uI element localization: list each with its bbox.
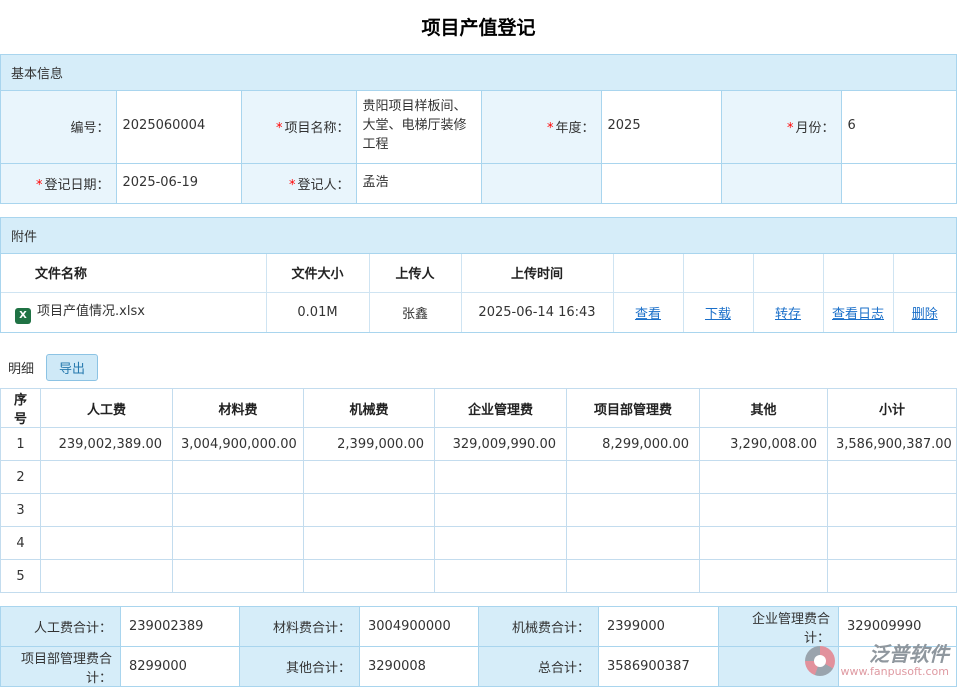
detail-row: 1 239,002,389.00 3,004,900,000.00 2,399,… (1, 428, 957, 461)
summary-row-1: 人工费合计： 239002389 材料费合计： 3004900000 机械费合计… (1, 607, 957, 647)
project-name-label: *项目名称： (241, 91, 356, 163)
empty-value-cell (601, 163, 721, 203)
other-total-value: 3290008 (360, 647, 479, 687)
project-dept-mgmt-total-value: 8299000 (121, 647, 240, 687)
watermark-brand: 泛普软件 (869, 644, 949, 665)
basic-info-row-1: 编号： 2025060004 *项目名称： 贵阳项目样板间、大堂、电梯厅装修工程… (1, 91, 956, 163)
enterprise-mgmt-header: 企业管理费 (435, 389, 567, 428)
details-toolbar: 明细 导出 (0, 346, 957, 388)
machine-header: 机械费 (304, 389, 435, 428)
empty-value-cell (841, 163, 956, 203)
basic-info-table: 编号： 2025060004 *项目名称： 贵阳项目样板间、大堂、电梯厅装修工程… (1, 91, 956, 203)
year-value: 2025 (601, 91, 721, 163)
required-asterisk: * (787, 121, 794, 136)
page-title: 项目产值登记 (0, 0, 957, 54)
details-title: 明细 (8, 358, 34, 377)
detail-row: 4 (1, 527, 957, 560)
required-asterisk: * (289, 178, 296, 193)
view-link[interactable]: 查看 (635, 307, 661, 322)
details-header-row: 序号 人工费 材料费 机械费 企业管理费 项目部管理费 其他 小计 (1, 389, 957, 428)
actions-header-empty (683, 254, 753, 292)
download-link[interactable]: 下载 (705, 307, 731, 322)
delete-link[interactable]: 删除 (912, 307, 938, 322)
other-total-label: 其他合计： (240, 647, 360, 687)
empty-label-cell (481, 163, 601, 203)
material-total-value: 3004900000 (360, 607, 479, 647)
grand-total-value: 3586900387 (599, 647, 719, 687)
attachments-header: 附件 (1, 218, 956, 254)
attachment-row: X项目产值情况.xlsx 0.01M 张鑫 2025-06-14 16:43 查… (1, 292, 956, 332)
labor-header: 人工费 (41, 389, 173, 428)
basic-info-header: 基本信息 (1, 55, 956, 91)
watermark-site: www.fanpusoft.com (841, 665, 949, 678)
details-section: 明细 导出 序号 人工费 材料费 机械费 企业管理费 项目部管理费 其他 小计 … (0, 346, 957, 593)
actions-header-empty (893, 254, 956, 292)
required-asterisk: * (276, 121, 283, 136)
other-header: 其他 (700, 389, 828, 428)
detail-row: 2 (1, 461, 957, 494)
page-root: 项目产值登记 基本信息 编号： 2025060004 *项目名称： 贵阳项目样板… (0, 0, 957, 687)
machine-total-value: 2399000 (599, 607, 719, 647)
file-name-header: 文件名称 (1, 254, 266, 292)
attachments-section: 附件 文件名称 文件大小 上传人 上传时间 X项目产值情况.xlsx (0, 217, 957, 333)
empty-label-cell (721, 163, 841, 203)
basic-info-row-2: *登记日期： 2025-06-19 *登记人： 孟浩 (1, 163, 956, 203)
actions-header-empty (753, 254, 823, 292)
machine-total-label: 机械费合计： (479, 607, 599, 647)
attachment-uploader: 张鑫 (369, 292, 461, 332)
fanpu-logo-icon (805, 646, 835, 676)
save-as-link[interactable]: 转存 (775, 307, 801, 322)
vendor-watermark: 泛普软件 www.fanpusoft.com (805, 644, 949, 678)
reg-date-label: *登记日期： (1, 163, 116, 203)
detail-row: 5 (1, 560, 957, 593)
actions-header-empty (613, 254, 683, 292)
number-value: 2025060004 (116, 91, 241, 163)
project-name-value: 贵阳项目样板间、大堂、电梯厅装修工程 (356, 91, 481, 163)
detail-row: 3 (1, 494, 957, 527)
month-value: 6 (841, 91, 956, 163)
basic-info-title: 基本信息 (11, 67, 63, 82)
attachment-upload-time: 2025-06-14 16:43 (461, 292, 613, 332)
labor-total-label: 人工费合计： (1, 607, 121, 647)
reg-date-value: 2025-06-19 (116, 163, 241, 203)
seq-header: 序号 (1, 389, 41, 428)
file-size-header: 文件大小 (266, 254, 369, 292)
attachments-header-row: 文件名称 文件大小 上传人 上传时间 (1, 254, 956, 292)
grand-total-label: 总合计： (479, 647, 599, 687)
attachments-title: 附件 (11, 230, 37, 245)
uploader-header: 上传人 (369, 254, 461, 292)
excel-file-icon: X (15, 308, 31, 324)
attachment-file-size: 0.01M (266, 292, 369, 332)
project-dept-mgmt-total-label: 项目部管理费合计： (1, 647, 121, 687)
project-dept-mgmt-header: 项目部管理费 (567, 389, 700, 428)
enterprise-mgmt-total-value: 329009990 (839, 607, 957, 647)
basic-info-section: 基本信息 编号： 2025060004 *项目名称： 贵阳项目样板间、大堂、电梯… (0, 54, 957, 204)
registrant-value: 孟浩 (356, 163, 481, 203)
export-button[interactable]: 导出 (46, 354, 98, 381)
required-asterisk: * (547, 121, 554, 136)
subtotal-header: 小计 (828, 389, 957, 428)
attachment-file-name: X项目产值情况.xlsx (1, 292, 266, 332)
month-label: *月份： (721, 91, 841, 163)
year-label: *年度： (481, 91, 601, 163)
material-total-label: 材料费合计： (240, 607, 360, 647)
required-asterisk: * (36, 178, 43, 193)
upload-time-header: 上传时间 (461, 254, 613, 292)
registrant-label: *登记人： (241, 163, 356, 203)
view-log-link[interactable]: 查看日志 (832, 307, 884, 322)
material-header: 材料费 (173, 389, 304, 428)
number-label: 编号： (1, 91, 116, 163)
labor-total-value: 239002389 (121, 607, 240, 647)
actions-header-empty (823, 254, 893, 292)
details-table: 序号 人工费 材料费 机械费 企业管理费 项目部管理费 其他 小计 1 239,… (0, 388, 957, 593)
enterprise-mgmt-total-label: 企业管理费合计： (719, 607, 839, 647)
attachments-table: 文件名称 文件大小 上传人 上传时间 X项目产值情况.xlsx 0.01M 张鑫… (1, 254, 956, 332)
